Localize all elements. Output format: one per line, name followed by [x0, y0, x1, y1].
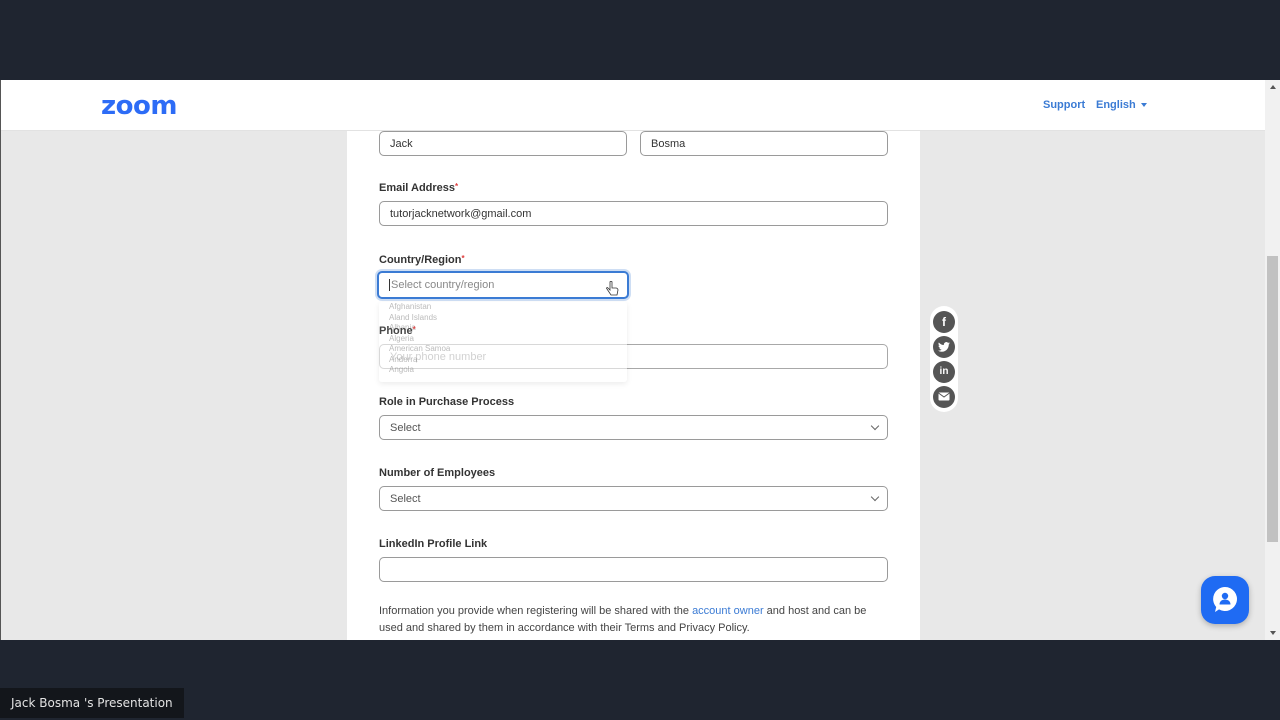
country-option[interactable]: Afghanistan	[379, 302, 627, 313]
country-option[interactable]: Angola	[379, 365, 627, 376]
role-label: Role in Purchase Process	[379, 396, 515, 408]
hand-pointer-icon	[606, 281, 619, 296]
scroll-up-icon[interactable]	[1270, 85, 1276, 89]
chat-support-button[interactable]	[1201, 576, 1249, 624]
page-scrollbar[interactable]	[1265, 80, 1280, 640]
last-name-value: Bosma	[651, 137, 686, 150]
linkedin-label: LinkedIn Profile Link	[379, 538, 488, 550]
zoom-logo[interactable]: zoom	[101, 91, 177, 121]
linkedin-icon[interactable]: in	[933, 360, 955, 383]
social-share-bar: f in	[930, 306, 958, 412]
country-dropdown-list: Afghanistan Aland Islands Albania Algeri…	[379, 302, 627, 382]
registration-form: Jack Bosma Email Address* tutorjacknetwo…	[347, 131, 920, 640]
text-cursor	[389, 279, 390, 291]
linkedin-input[interactable]	[379, 557, 888, 582]
language-selector[interactable]: English	[1096, 99, 1147, 111]
presenter-label: Jack Bosma 's Presentation	[0, 688, 184, 718]
chevron-down-icon	[870, 421, 880, 431]
employees-select[interactable]: Select	[379, 486, 888, 511]
country-option[interactable]: Albania	[379, 323, 627, 334]
site-header: zoom Support English	[1, 80, 1265, 131]
country-option[interactable]: Andorra	[379, 355, 627, 366]
employees-label: Number of Employees	[379, 467, 496, 479]
role-value: Select	[390, 421, 421, 434]
shared-screen: zoom Support English Jack Bosma Email Ad…	[0, 80, 1280, 640]
language-label: English	[1096, 99, 1136, 111]
email-value: tutorjacknetwork@gmail.com	[390, 207, 532, 220]
first-name-input[interactable]: Jack	[379, 131, 627, 156]
email-icon[interactable]	[933, 385, 955, 408]
country-label: Country/Region*	[379, 254, 465, 266]
twitter-icon[interactable]	[933, 335, 955, 358]
scroll-thumb[interactable]	[1267, 256, 1278, 542]
email-input[interactable]: tutorjacknetwork@gmail.com	[379, 201, 888, 226]
chevron-down-icon	[870, 492, 880, 502]
privacy-notice: Information you provide when registering…	[379, 605, 867, 634]
first-name-value: Jack	[390, 137, 413, 150]
country-option[interactable]: Aland Islands	[379, 313, 627, 324]
support-link[interactable]: Support	[1043, 99, 1085, 111]
country-option[interactable]: Algeria	[379, 334, 627, 345]
country-placeholder: Select country/region	[391, 279, 495, 291]
scroll-down-icon[interactable]	[1270, 631, 1276, 635]
country-option[interactable]: American Samoa	[379, 344, 627, 355]
employees-value: Select	[390, 492, 421, 505]
role-select[interactable]: Select	[379, 415, 888, 440]
phone-label: Phone*	[379, 325, 416, 337]
account-owner-link[interactable]: account owner	[692, 605, 764, 617]
email-label: Email Address*	[379, 182, 459, 194]
caret-down-icon	[1140, 103, 1147, 108]
country-select[interactable]: Select country/region	[377, 271, 629, 299]
chat-support-icon	[1213, 587, 1237, 612]
facebook-icon[interactable]: f	[933, 310, 955, 333]
last-name-input[interactable]: Bosma	[640, 131, 888, 156]
